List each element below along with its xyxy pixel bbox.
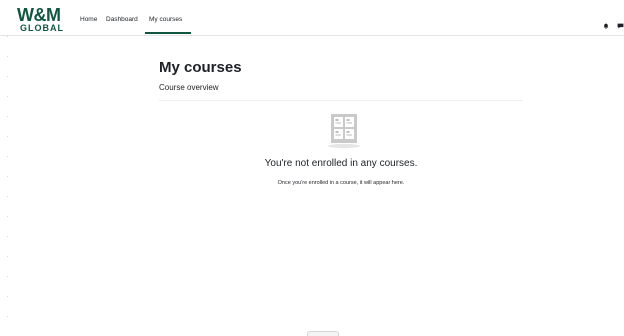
- logo-subtitle: GLOBAL: [20, 23, 64, 33]
- empty-state-heading: You're not enrolled in any courses.: [264, 158, 418, 169]
- page-title: My courses: [159, 59, 242, 76]
- nav-my-courses[interactable]: My courses: [149, 16, 182, 23]
- nav-dashboard[interactable]: Dashboard: [106, 16, 138, 23]
- site-logo[interactable]: W&M GLOBAL: [17, 5, 64, 33]
- course-overview-heading: Course overview: [159, 83, 219, 92]
- nav-active-indicator: [145, 32, 191, 34]
- bell-icon[interactable]: [603, 16, 609, 29]
- left-margin-rule: [7, 36, 8, 336]
- chat-icon[interactable]: [617, 16, 624, 29]
- courses-empty-icon: [326, 113, 362, 149]
- top-navbar: W&M GLOBAL Home Dashboard My courses: [0, 0, 624, 36]
- empty-state-message: Once you're enrolled in a course, it wil…: [277, 180, 405, 186]
- nav-home[interactable]: Home: [80, 16, 97, 23]
- section-divider: [159, 100, 523, 101]
- page: W&M GLOBAL Home Dashboard My courses My …: [0, 0, 624, 336]
- logo-wordmark: W&M: [17, 5, 61, 25]
- footer-toggle-tab[interactable]: [307, 331, 339, 336]
